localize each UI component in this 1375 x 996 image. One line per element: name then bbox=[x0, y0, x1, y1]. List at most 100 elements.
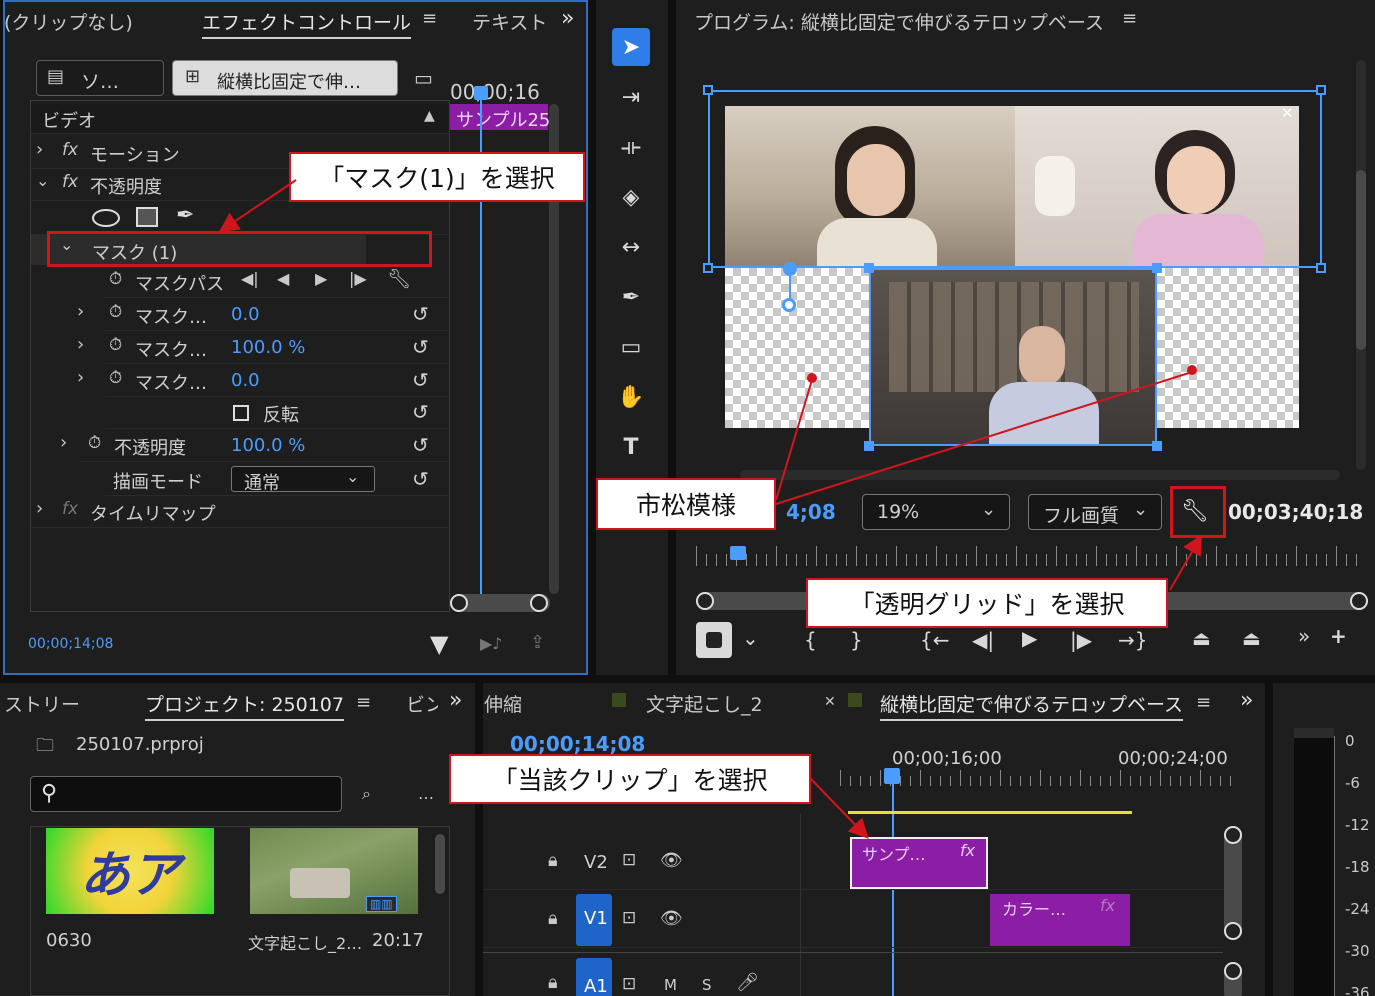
panel-menu-icon[interactable]: ≡ bbox=[356, 692, 371, 713]
mask-handle[interactable] bbox=[703, 85, 713, 95]
mask-bounding-box-bottom[interactable] bbox=[869, 268, 1157, 446]
mask-bounding-box-top[interactable] bbox=[708, 90, 1322, 268]
track-label[interactable]: V2 bbox=[584, 852, 608, 873]
feather-handle-ring[interactable] bbox=[782, 298, 796, 312]
monitor-time-ruler[interactable] bbox=[696, 546, 1364, 570]
lift-icon[interactable]: ⏏ bbox=[1192, 626, 1211, 650]
panel-menu-icon[interactable]: ≡ bbox=[1122, 8, 1137, 29]
audio-meter-scale bbox=[1334, 736, 1335, 996]
rectangle-tool[interactable]: ▭ bbox=[612, 328, 650, 366]
work-area-bar[interactable] bbox=[848, 811, 1132, 814]
project-scrollbar[interactable] bbox=[435, 834, 445, 894]
ruler-tick bbox=[950, 776, 951, 786]
tab-transcript[interactable]: 文字起こし_2 bbox=[646, 690, 763, 717]
close-tab-icon[interactable]: ✕ bbox=[824, 694, 836, 710]
go-to-in-icon[interactable]: {← bbox=[920, 628, 949, 652]
more-options-icon[interactable]: … bbox=[418, 784, 434, 803]
timeline-vscroll[interactable] bbox=[1224, 826, 1242, 940]
more-tabs-icon[interactable]: » bbox=[449, 688, 462, 713]
mask-handle[interactable] bbox=[864, 441, 874, 451]
panel-menu-icon[interactable]: ≡ bbox=[1196, 692, 1211, 713]
sync-lock-icon[interactable]: ⊡ bbox=[622, 850, 636, 870]
razor-tool[interactable]: ◈ bbox=[612, 178, 650, 216]
track-select-tool[interactable]: ⇥ bbox=[612, 78, 650, 116]
sync-lock-icon[interactable]: ⊡ bbox=[622, 974, 636, 994]
timeline-timecode[interactable]: 00;00;14;08 bbox=[510, 732, 645, 756]
add-button-icon[interactable]: + bbox=[1330, 624, 1347, 648]
filter-icon[interactable]: ▼ bbox=[430, 630, 448, 658]
timeline-vscroll-audio[interactable] bbox=[1224, 962, 1242, 996]
clip-v2[interactable]: サンプ… fx bbox=[850, 837, 988, 889]
mask-handle[interactable] bbox=[1152, 263, 1162, 273]
mask-handle[interactable] bbox=[1316, 263, 1326, 273]
panel-toggle-icon[interactable]: ▭ bbox=[414, 66, 433, 90]
mask-handle[interactable] bbox=[1152, 441, 1162, 451]
hand-tool[interactable]: ✋ bbox=[612, 378, 650, 416]
eye-icon[interactable]: 👁︎ bbox=[660, 850, 683, 871]
chevron-down-icon[interactable]: ⌄ bbox=[742, 626, 759, 650]
slip-tool[interactable]: ↔ bbox=[612, 228, 650, 266]
play-icon[interactable]: ▶ bbox=[1022, 626, 1037, 650]
go-to-out-icon[interactable]: →} bbox=[1118, 628, 1147, 652]
track-target-v1[interactable]: V1 bbox=[576, 894, 612, 946]
project-item-thumb[interactable]: ▥▥ bbox=[250, 828, 418, 914]
ruler-tick bbox=[1160, 770, 1161, 786]
monitor-playhead[interactable] bbox=[730, 546, 746, 560]
tab-bin[interactable]: ビン bbox=[406, 690, 438, 717]
step-back-icon[interactable]: ◀| bbox=[972, 628, 994, 652]
more-tabs-icon[interactable]: » bbox=[561, 6, 574, 31]
marker-button[interactable] bbox=[696, 622, 732, 658]
tab-effect-controls[interactable]: エフェクトコントロール bbox=[202, 8, 412, 39]
program-monitor-title[interactable]: プログラム: 縦横比固定で伸びるテロップベース bbox=[694, 8, 1104, 35]
selection-tool[interactable]: ➤ bbox=[612, 28, 650, 66]
tab-sequence[interactable]: 縦横比固定で伸びるテロップベース bbox=[880, 690, 1184, 721]
solo-button[interactable]: S bbox=[702, 976, 712, 994]
lock-icon[interactable]: 🔒︎ bbox=[548, 908, 558, 929]
timeline-playhead-marker[interactable] bbox=[884, 768, 900, 784]
zoom-select[interactable]: 19% ⌄ bbox=[862, 494, 1010, 530]
mask-handle[interactable] bbox=[703, 263, 713, 273]
tab-history[interactable]: ストリー bbox=[4, 690, 80, 717]
tab-stretch[interactable]: 伸縮 bbox=[484, 690, 522, 717]
sync-lock-icon[interactable]: ⊡ bbox=[622, 908, 636, 928]
tab-source[interactable]: (クリップなし) bbox=[4, 8, 133, 35]
export-icon[interactable]: ⇪ bbox=[530, 632, 545, 653]
mask-handle[interactable] bbox=[1316, 85, 1326, 95]
play-audio-icon[interactable]: ▶♪ bbox=[480, 634, 503, 653]
ec-zoom-bar[interactable] bbox=[450, 594, 550, 612]
step-forward-icon[interactable]: |▶ bbox=[1070, 628, 1092, 652]
monitor-hscroll[interactable] bbox=[740, 470, 1340, 480]
track-target-a1[interactable]: A1 bbox=[576, 958, 612, 996]
mark-in-icon[interactable]: { bbox=[804, 628, 817, 652]
tab-text[interactable]: テキスト bbox=[472, 8, 547, 35]
more-controls-icon[interactable]: » bbox=[1298, 624, 1310, 648]
feather-handle[interactable] bbox=[783, 262, 797, 276]
monitor-scrollbar[interactable] bbox=[1356, 60, 1366, 470]
mark-out-icon[interactable]: } bbox=[850, 628, 863, 652]
clip-button[interactable]: ⊞ 縦横比固定で伸… bbox=[172, 60, 398, 96]
source-button[interactable]: ▤ ソ… bbox=[36, 60, 164, 96]
ruler-tick bbox=[940, 776, 941, 786]
lock-icon[interactable]: 🔒︎ bbox=[548, 972, 558, 993]
video-audio-badge: ▥▥ bbox=[366, 896, 397, 912]
search-input[interactable]: ⚲ bbox=[30, 776, 342, 812]
more-tabs-icon[interactable]: » bbox=[1240, 688, 1253, 713]
project-item-thumb[interactable]: あア bbox=[46, 828, 214, 914]
eye-icon[interactable]: 👁︎ bbox=[660, 908, 683, 929]
ruler-tick bbox=[956, 554, 957, 566]
mute-button[interactable]: M bbox=[664, 976, 677, 994]
program-timecode[interactable]: 4;08 bbox=[786, 500, 836, 524]
tab-project[interactable]: プロジェクト: 250107 bbox=[145, 690, 344, 721]
microphone-icon[interactable]: 🎤︎ bbox=[736, 972, 759, 993]
panel-menu-icon[interactable]: ≡ bbox=[422, 8, 437, 29]
lock-icon[interactable]: 🔒︎ bbox=[548, 850, 558, 871]
mask-handle[interactable] bbox=[864, 263, 874, 273]
quality-select[interactable]: フル画質 ⌄ bbox=[1028, 494, 1162, 530]
clip-v1[interactable]: カラー… fx bbox=[990, 894, 1130, 946]
find-icon[interactable]: ⌕ bbox=[362, 784, 371, 804]
ec-clip-bar[interactable]: サンプル25 bbox=[450, 104, 550, 131]
pen-tool[interactable]: ✒ bbox=[612, 278, 650, 316]
type-tool[interactable]: T bbox=[612, 428, 650, 466]
extract-icon[interactable]: ⏏ bbox=[1242, 626, 1261, 650]
ripple-edit-tool[interactable]: ⟛ bbox=[612, 128, 650, 166]
